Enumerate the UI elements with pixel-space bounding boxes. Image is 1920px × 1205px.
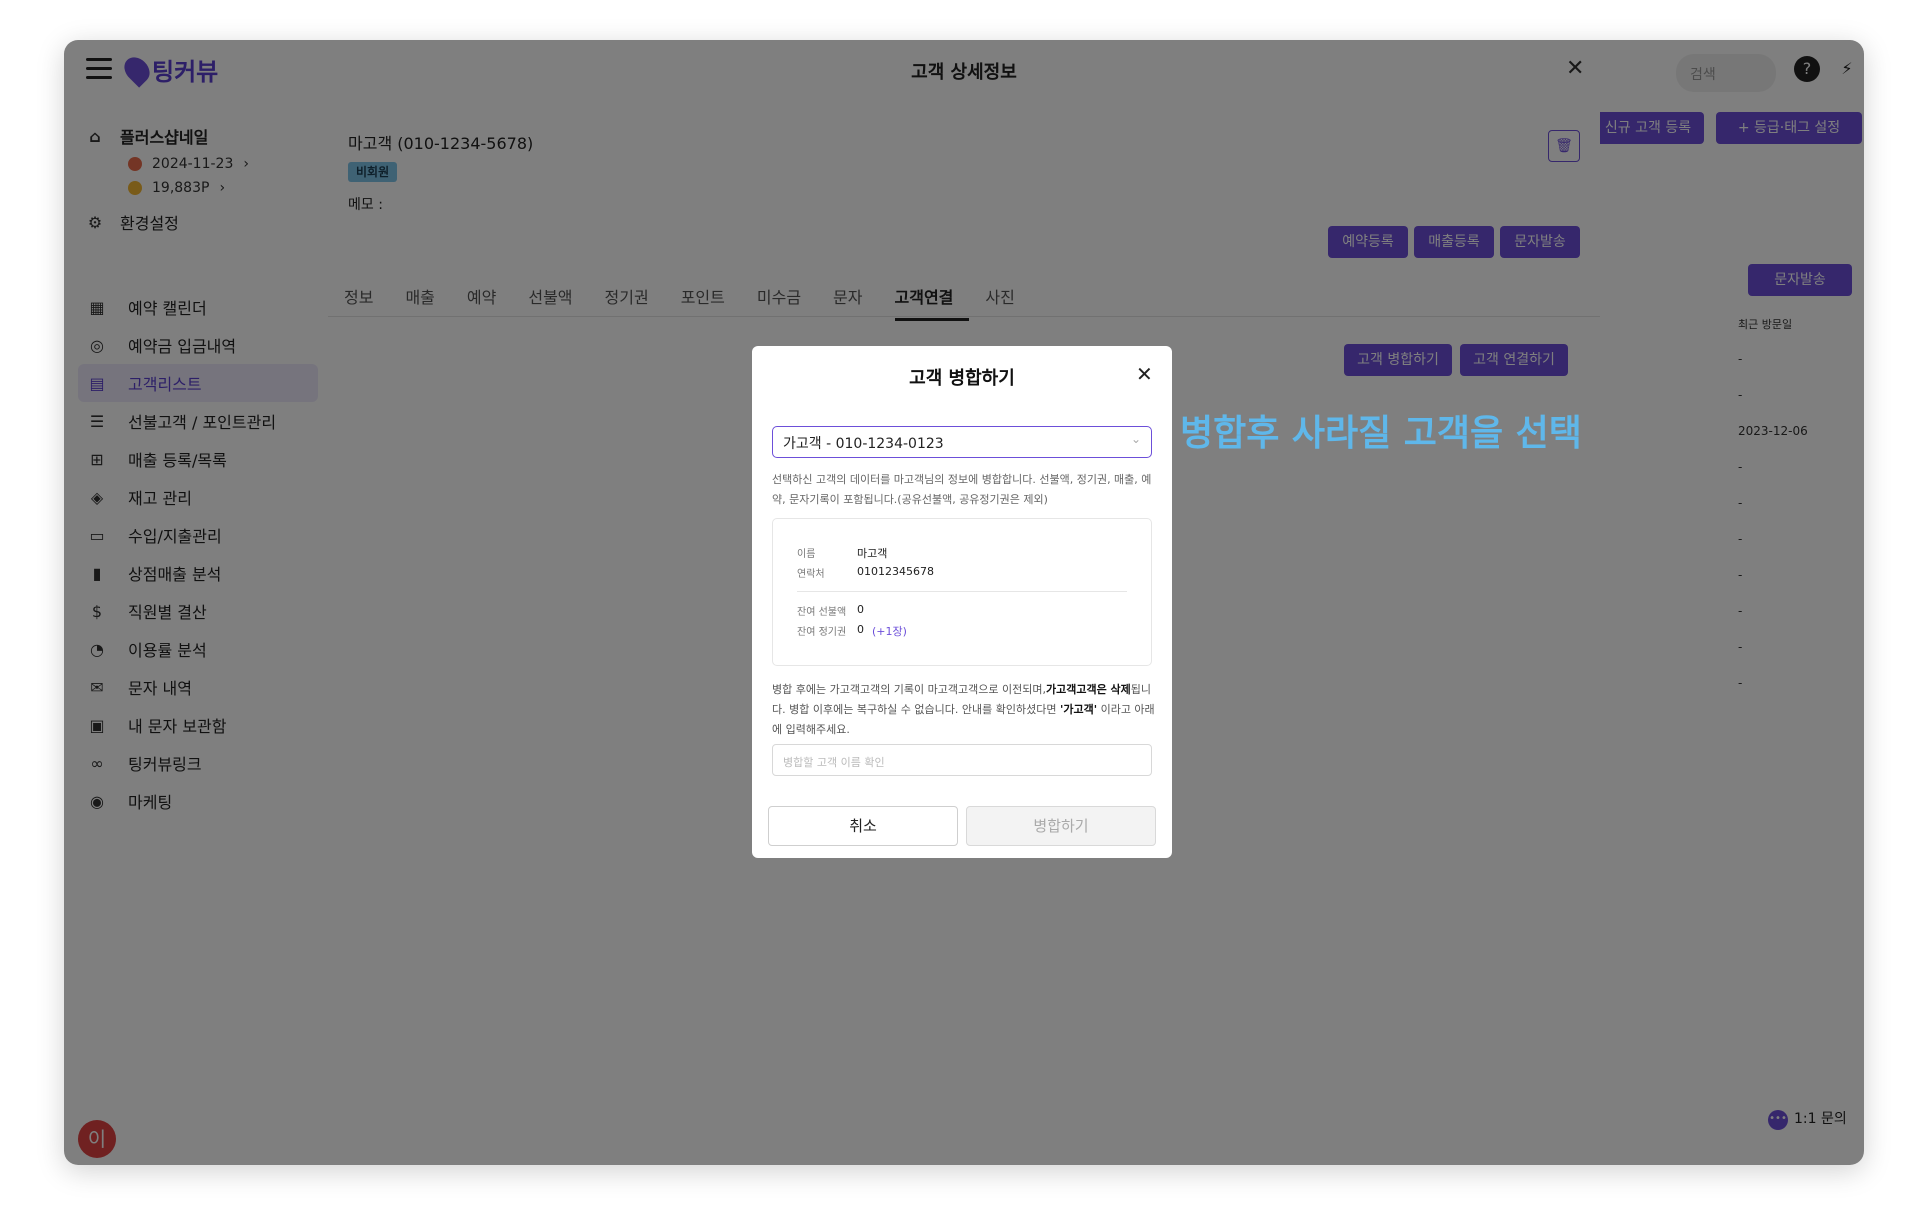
info-phone-row: 연락처 01012345678 — [797, 565, 934, 580]
warning-text: 병합 후에는 가고객고객의 기록이 마고객고객으로 이전되며, — [772, 683, 1046, 696]
select-value: 가고객 - 010-1234-0123 — [783, 436, 944, 452]
info-value: 마고객 — [857, 547, 888, 560]
info-divider — [797, 591, 1127, 592]
customer-info-box: 이름 마고객 연락처 01012345678 잔여 선불액 0 잔여 정기권 0 (+1장… — [772, 518, 1152, 666]
annotation-text: 병합후 사라질 고객을 선택 — [1180, 413, 1582, 454]
merge-description: 선택하신 고객의 데이터를 마고객님의 정보에 병합합니다. 선불액, 정기권,… — [772, 473, 1152, 506]
modal-title: 고객 병합하기 — [909, 368, 1015, 389]
chevron-down-icon: ⌄ — [1130, 432, 1141, 446]
merge-warning: 병합 후에는 가고객고객의 기록이 마고객고객으로 이전되며,가고객고객은 삭제… — [772, 680, 1158, 740]
warning-emphasis: 가고객고객은 삭제 — [1045, 683, 1131, 696]
info-label: 잔여 정기권 — [797, 627, 847, 638]
info-label: 연락처 — [797, 569, 825, 580]
info-prepaid-row: 잔여 선불액 0 — [797, 603, 864, 618]
info-value: 0 — [857, 603, 864, 616]
customer-select[interactable]: 가고객 - 010-1234-0123 ⌄ — [772, 426, 1152, 458]
info-value: 0 — [857, 623, 864, 636]
info-name-row: 이름 마고객 — [797, 545, 887, 561]
info-value: 01012345678 — [857, 565, 934, 578]
app-window: 팅커뷰 ⌂ 플러스샵네일 2024-11-23 › 19,883P › ⚙ 환경… — [64, 40, 1864, 1165]
close-icon[interactable]: ✕ — [1136, 362, 1153, 386]
merge-modal: 고객 병합하기 ✕ 가고객 - 010-1234-0123 ⌄ 선택하신 고객의… — [752, 346, 1172, 858]
info-label: 이름 — [797, 549, 816, 560]
warning-emphasis: '가고객' — [1059, 703, 1098, 716]
cancel-button[interactable]: 취소 — [768, 806, 958, 846]
pass-extra: (+1장) — [872, 625, 907, 638]
merge-button[interactable]: 병합하기 — [966, 806, 1156, 846]
info-label: 잔여 선불액 — [797, 607, 847, 618]
confirm-name-input[interactable]: 병합할 고객 이름 확인 — [772, 744, 1152, 776]
info-pass-row: 잔여 정기권 0 (+1장) — [797, 623, 907, 639]
